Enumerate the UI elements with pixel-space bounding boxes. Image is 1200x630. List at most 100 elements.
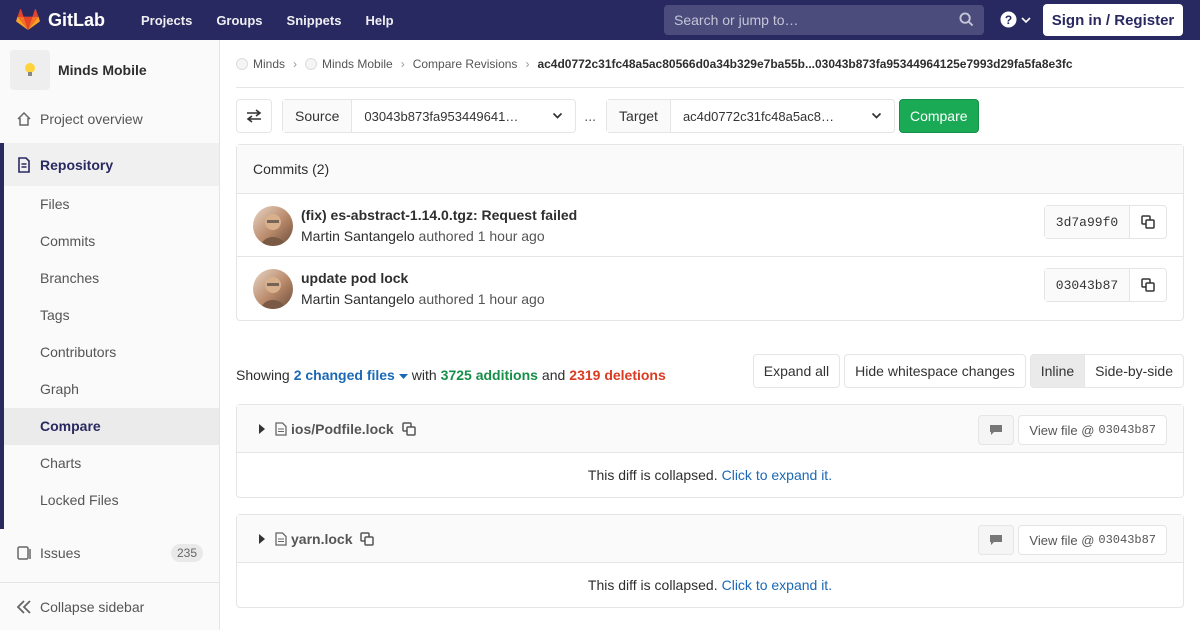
view-file-button[interactable]: View file @03043b87	[1018, 525, 1167, 555]
compare-button[interactable]: Compare	[898, 99, 979, 133]
issues-icon	[17, 545, 31, 560]
project-avatar	[10, 50, 50, 90]
side-by-side-button[interactable]: Side-by-side	[1085, 355, 1183, 387]
diff-view-toggle: Inline Side-by-side	[1029, 354, 1184, 388]
group-avatar	[236, 57, 248, 70]
commit-author[interactable]: Martin Santangelo	[301, 228, 415, 244]
sidebar-item-contributors[interactable]: Contributors	[4, 334, 219, 371]
sidebar-item-label: Issues	[40, 544, 81, 561]
collapsed-diff-notice: This diff is collapsed. Click to expand …	[237, 563, 1183, 607]
project-avatar-small	[305, 57, 318, 70]
diff-file-header[interactable]: yarn.lock View file @03043b87	[237, 515, 1183, 563]
copy-path-icon[interactable]	[401, 421, 416, 436]
hide-whitespace-button[interactable]: Hide whitespace changes	[844, 354, 1026, 388]
chevron-right-icon: ›	[525, 56, 530, 71]
project-header[interactable]: Minds Mobile	[0, 40, 219, 100]
source-value: 03043b873fa953449641…	[364, 108, 519, 124]
sidebar-item-charts[interactable]: Charts	[4, 445, 219, 482]
commit-row: update pod lock Martin Santangelo author…	[237, 257, 1183, 320]
expand-diff-link[interactable]: Click to expand it.	[722, 577, 833, 593]
sidebar-item-repository[interactable]: Repository	[0, 143, 219, 186]
collapse-sidebar-button[interactable]: Collapse sidebar	[0, 582, 219, 630]
sidebar-item-tags[interactable]: Tags	[4, 297, 219, 334]
nav-snippets[interactable]: Snippets	[287, 13, 342, 28]
caret-right-icon[interactable]	[259, 533, 265, 544]
commit-title[interactable]: (fix) es-abstract-1.14.0.tgz: Request fa…	[301, 207, 577, 223]
compare-form: Source 03043b873fa953449641… ... Target …	[236, 99, 979, 133]
sidebar-item-locked-files[interactable]: Locked Files	[4, 482, 219, 519]
sidebar-item-graph[interactable]: Graph	[4, 371, 219, 408]
expand-diff-link[interactable]: Click to expand it.	[722, 467, 833, 483]
sidebar-item-files[interactable]: Files	[4, 186, 219, 223]
target-selector[interactable]: Target ac4d0772c31fc48a5ac8…	[606, 99, 895, 133]
nav-projects[interactable]: Projects	[141, 13, 192, 28]
expand-all-button[interactable]: Expand all	[752, 354, 841, 388]
commit-time: authored 1 hour ago	[418, 228, 545, 244]
file-path[interactable]: ios/Podfile.lock	[291, 421, 394, 437]
commit-title[interactable]: update pod lock	[301, 270, 408, 286]
with-text: with	[411, 367, 437, 383]
commit-row: (fix) es-abstract-1.14.0.tgz: Request fa…	[237, 194, 1183, 257]
commit-time: authored 1 hour ago	[418, 291, 545, 307]
collapsed-text: This diff is collapsed.	[587, 467, 718, 483]
comment-button[interactable]	[978, 525, 1015, 555]
avatar-face	[261, 277, 285, 309]
showing-text: Showing	[236, 367, 290, 383]
commit-author[interactable]: Martin Santangelo	[301, 291, 415, 307]
collapsed-diff-notice: This diff is collapsed. Click to expand …	[237, 453, 1183, 497]
copy-sha-button[interactable]	[1130, 269, 1166, 301]
swap-arrows-icon	[246, 109, 262, 123]
changed-files-dropdown[interactable]: 2 changed files	[294, 367, 408, 383]
copy-path-icon[interactable]	[360, 531, 375, 546]
copy-sha-button[interactable]	[1130, 206, 1166, 238]
file-path[interactable]: yarn.lock	[291, 531, 352, 547]
collapse-label: Collapse sidebar	[40, 598, 145, 615]
gitlab-logo[interactable]: GitLab	[16, 9, 105, 31]
help-dropdown[interactable]: ?	[1000, 11, 1031, 28]
view-file-sha: 03043b87	[1098, 533, 1156, 547]
commit-meta: Martin Santangelo authored 1 hour ago	[301, 228, 545, 244]
breadcrumb: Minds › Minds Mobile › Compare Revisions…	[236, 40, 1184, 88]
signin-button[interactable]: Sign in / Register	[1043, 4, 1183, 36]
breadcrumb-minds[interactable]: Minds	[253, 57, 285, 71]
caret-right-icon[interactable]	[259, 423, 265, 434]
source-selector[interactable]: Source 03043b873fa953449641…	[282, 99, 577, 133]
breadcrumb-compare[interactable]: Compare Revisions	[413, 57, 518, 71]
avatar-face	[261, 214, 285, 246]
comment-button[interactable]	[978, 415, 1015, 445]
author-avatar[interactable]	[253, 206, 293, 246]
sidebar-item-compare[interactable]: Compare	[4, 408, 219, 445]
nav-groups[interactable]: Groups	[216, 13, 262, 28]
brand-name: GitLab	[48, 9, 105, 30]
commits-header: Commits (2)	[237, 145, 1183, 194]
target-dropdown[interactable]: ac4d0772c31fc48a5ac8…	[671, 100, 894, 132]
author-avatar[interactable]	[253, 269, 293, 309]
breadcrumb-current: ac4d0772c31fc48a5ac80566d0a34b329e7ba55b…	[537, 56, 1073, 71]
breadcrumb-minds-mobile[interactable]: Minds Mobile	[322, 57, 393, 71]
commit-sha[interactable]: 03043b87	[1045, 269, 1130, 301]
double-chevron-left-icon	[16, 599, 31, 614]
sidebar-item-overview[interactable]: Project overview	[0, 100, 219, 137]
view-file-label: View file @	[1029, 422, 1095, 438]
question-circle-icon: ?	[1000, 11, 1017, 28]
sidebar-item-commits[interactable]: Commits	[4, 223, 219, 260]
search-input[interactable]: Search or jump to…	[664, 5, 984, 35]
sidebar-item-label: Repository	[40, 156, 114, 173]
commit-sha-group: 03043b87	[1044, 268, 1167, 302]
home-icon	[17, 111, 31, 126]
deletions-count: 2319 deletions	[569, 367, 666, 383]
copy-icon	[1141, 278, 1155, 292]
diff-file: ios/Podfile.lock View file @03043b87 Thi…	[236, 404, 1184, 498]
source-dropdown[interactable]: 03043b873fa953449641…	[352, 100, 575, 132]
lightbulb-icon	[25, 63, 35, 76]
swap-revisions-button[interactable]	[236, 99, 272, 133]
inline-view-button[interactable]: Inline	[1030, 355, 1086, 387]
additions-count: 3725 additions	[440, 367, 538, 383]
diff-file: yarn.lock View file @03043b87 This diff …	[236, 514, 1184, 608]
nav-help[interactable]: Help	[365, 13, 393, 28]
commit-sha[interactable]: 3d7a99f0	[1045, 206, 1130, 238]
view-file-button[interactable]: View file @03043b87	[1018, 415, 1167, 445]
diff-file-header[interactable]: ios/Podfile.lock View file @03043b87	[237, 405, 1183, 453]
sidebar-item-branches[interactable]: Branches	[4, 260, 219, 297]
main-content: Minds › Minds Mobile › Compare Revisions…	[236, 40, 1184, 608]
